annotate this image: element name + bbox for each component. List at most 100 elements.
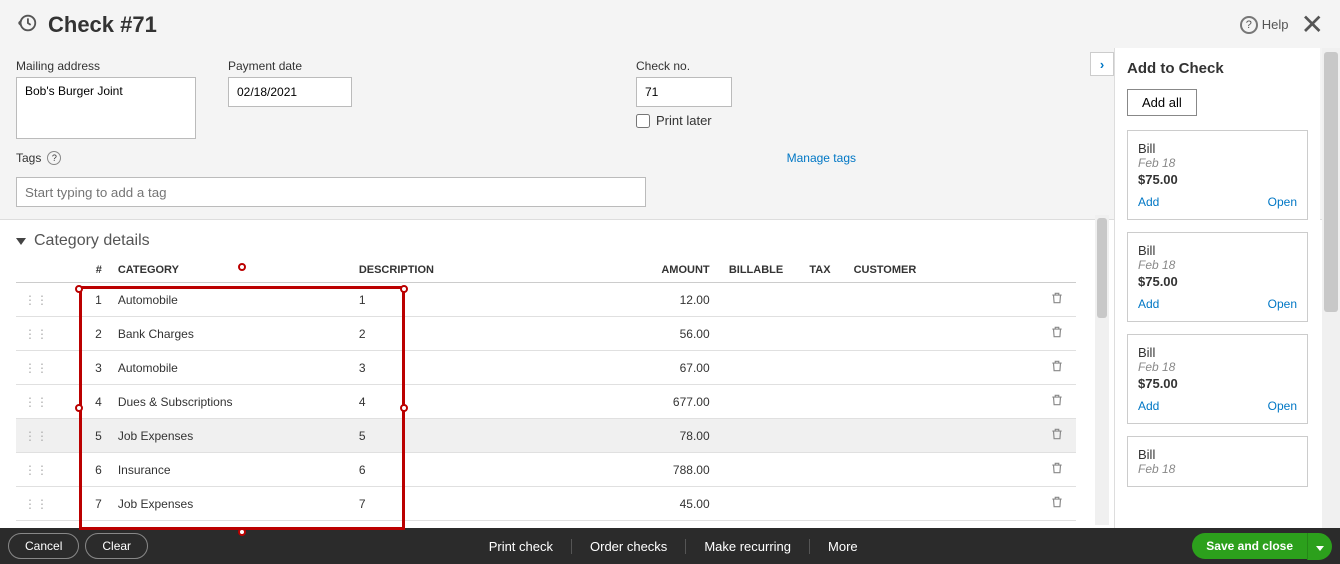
delete-row-icon[interactable] [1050,430,1064,444]
drawer-toggle[interactable]: › [1090,52,1114,76]
row-customer[interactable] [846,487,1042,521]
row-category[interactable]: Job Expenses [110,487,351,521]
delete-row-icon[interactable] [1050,498,1064,512]
make-recurring-link[interactable]: Make recurring [686,539,810,554]
row-category[interactable]: Job Expenses [110,419,351,453]
delete-row-icon[interactable] [1050,396,1064,410]
cancel-button[interactable]: Cancel [8,533,79,559]
table-row[interactable]: ⋮⋮6Insurance6788.00 [16,453,1076,487]
more-link[interactable]: More [810,539,876,554]
row-description[interactable]: 3 [351,351,590,385]
row-customer[interactable] [846,453,1042,487]
col-amount: AMOUNT [590,258,718,283]
bill-open-link[interactable]: Open [1268,195,1297,209]
row-tax[interactable] [794,351,845,385]
check-no-input[interactable] [636,77,732,107]
row-tax[interactable] [794,385,845,419]
drag-handle-icon[interactable]: ⋮⋮ [24,327,48,341]
row-tax[interactable] [794,283,845,317]
row-description[interactable]: 6 [351,453,590,487]
row-tax[interactable] [794,453,845,487]
mailing-address-input[interactable] [16,77,196,139]
row-customer[interactable] [846,385,1042,419]
row-amount[interactable]: 677.00 [590,385,718,419]
drag-handle-icon[interactable]: ⋮⋮ [24,395,48,409]
row-amount[interactable]: 45.00 [590,487,718,521]
row-amount[interactable]: 78.00 [590,419,718,453]
row-billable[interactable] [718,351,795,385]
row-num: 5 [59,419,110,453]
delete-row-icon[interactable] [1050,464,1064,478]
row-description[interactable]: 4 [351,385,590,419]
bill-add-link[interactable]: Add [1138,297,1159,311]
row-tax[interactable] [794,487,845,521]
row-amount[interactable]: 788.00 [590,453,718,487]
row-customer[interactable] [846,283,1042,317]
col-tax: TAX [794,258,845,283]
order-checks-link[interactable]: Order checks [572,539,686,554]
row-customer[interactable] [846,317,1042,351]
row-billable[interactable] [718,487,795,521]
tags-help-icon[interactable]: ? [47,151,61,165]
close-icon[interactable]: ✕ [1301,8,1324,41]
save-button[interactable]: Save and close [1192,533,1307,559]
row-amount[interactable]: 12.00 [590,283,718,317]
row-category[interactable]: Automobile [110,351,351,385]
print-check-link[interactable]: Print check [471,539,572,554]
row-billable[interactable] [718,419,795,453]
delete-row-icon[interactable] [1050,294,1064,308]
row-description[interactable]: 5 [351,419,590,453]
bill-open-link[interactable]: Open [1268,297,1297,311]
help-link[interactable]: ? Help [1240,16,1289,34]
drag-handle-icon[interactable]: ⋮⋮ [24,429,48,443]
table-row[interactable]: ⋮⋮5Job Expenses578.00 [16,419,1076,453]
drag-handle-icon[interactable]: ⋮⋮ [24,497,48,511]
row-tax[interactable] [794,317,845,351]
row-billable[interactable] [718,317,795,351]
bill-add-link[interactable]: Add [1138,195,1159,209]
table-row[interactable]: ⋮⋮3Automobile367.00 [16,351,1076,385]
page-title: Check #71 [48,12,157,38]
print-later-input[interactable] [636,114,650,128]
drag-handle-icon[interactable]: ⋮⋮ [24,361,48,375]
main-scroll-thumb[interactable] [1097,218,1107,318]
bill-type: Bill [1138,141,1297,156]
save-dropdown[interactable] [1307,533,1332,560]
row-billable[interactable] [718,453,795,487]
right-scroll-thumb[interactable] [1324,52,1338,312]
row-amount[interactable]: 67.00 [590,351,718,385]
print-later-checkbox[interactable]: Print later [636,113,732,128]
row-customer[interactable] [846,419,1042,453]
tags-input[interactable] [16,177,646,207]
row-description[interactable]: 7 [351,487,590,521]
history-icon[interactable] [16,12,38,37]
drag-handle-icon[interactable]: ⋮⋮ [24,293,48,307]
clear-button[interactable]: Clear [85,533,148,559]
row-customer[interactable] [846,351,1042,385]
bill-open-link[interactable]: Open [1268,399,1297,413]
drag-handle-icon[interactable]: ⋮⋮ [24,463,48,477]
table-row[interactable]: ⋮⋮2Bank Charges256.00 [16,317,1076,351]
bill-add-link[interactable]: Add [1138,399,1159,413]
payment-date-input[interactable] [228,77,352,107]
row-category[interactable]: Automobile [110,283,351,317]
row-category[interactable]: Dues & Subscriptions [110,385,351,419]
table-row[interactable]: ⋮⋮4Dues & Subscriptions4677.00 [16,385,1076,419]
table-row[interactable]: ⋮⋮1Automobile112.00 [16,283,1076,317]
row-description[interactable]: 2 [351,317,590,351]
help-icon: ? [1240,16,1258,34]
delete-row-icon[interactable] [1050,328,1064,342]
tags-label: Tags [16,151,41,165]
manage-tags-link[interactable]: Manage tags [787,151,856,165]
row-billable[interactable] [718,385,795,419]
row-amount[interactable]: 56.00 [590,317,718,351]
row-description[interactable]: 1 [351,283,590,317]
table-row[interactable]: ⋮⋮7Job Expenses745.00 [16,487,1076,521]
row-billable[interactable] [718,283,795,317]
row-category[interactable]: Bank Charges [110,317,351,351]
delete-row-icon[interactable] [1050,362,1064,376]
row-num: 1 [59,283,110,317]
add-all-button[interactable]: Add all [1127,89,1197,116]
row-category[interactable]: Insurance [110,453,351,487]
row-tax[interactable] [794,419,845,453]
